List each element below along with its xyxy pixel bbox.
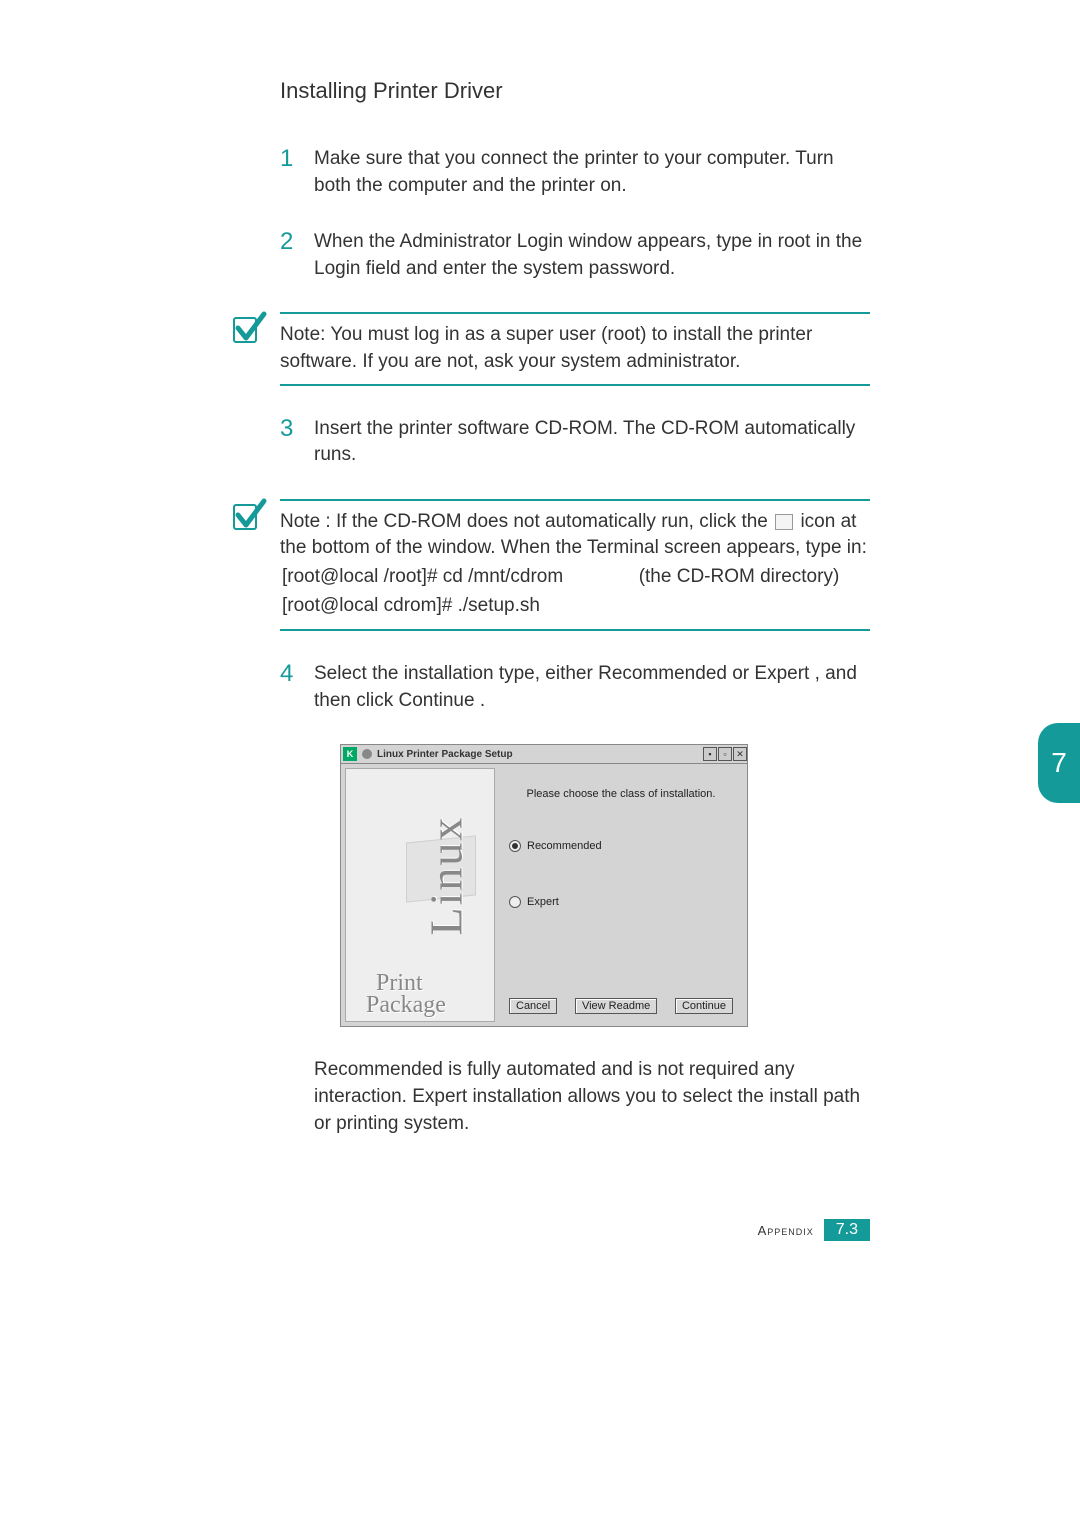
term-expert: Expert <box>412 1086 467 1107</box>
radio-icon[interactable] <box>509 840 521 852</box>
radio-recommended[interactable]: Recommended <box>509 840 733 852</box>
radio-icon[interactable] <box>509 896 521 908</box>
step-body: Select the installation type, either Rec… <box>314 661 870 714</box>
window-maximize-icon[interactable]: ▫ <box>718 747 732 761</box>
prompt-text: Please choose the class of installation. <box>509 788 733 800</box>
root-literal: root <box>778 231 811 252</box>
cancel-button[interactable]: Cancel <box>509 998 557 1014</box>
step-body: Insert the printer software CD-ROM. The … <box>314 416 870 469</box>
note-label: Note: <box>280 324 325 345</box>
terminal-icon <box>775 514 793 530</box>
text: You must log in as a super user (root) t… <box>280 324 812 372</box>
installer-screenshot: K Linux Printer Package Setup ▪ ▫ ✕ Linu… <box>340 744 748 1027</box>
dialog-buttons: Cancel View Readme Continue <box>509 998 733 1014</box>
page-footer: Appendix 7.3 <box>758 1219 870 1241</box>
continue-button[interactable]: Continue <box>675 998 733 1014</box>
splash-linux-text: Linux <box>419 816 472 936</box>
rule <box>280 384 870 386</box>
step-number: 3 <box>280 416 314 469</box>
command-lines: [root@local /root]# cd /mnt/cdrom (the C… <box>280 562 870 621</box>
window-buttons: ▪ ▫ ✕ <box>702 747 747 761</box>
splash-panel: Linux Print Package <box>345 768 495 1022</box>
window-title: Linux Printer Package Setup <box>375 749 702 760</box>
command-1: [root@local /root]# cd /mnt/cdrom <box>282 564 597 591</box>
appendix-label: Appendix <box>758 1223 814 1238</box>
options-panel: Please choose the class of installation.… <box>495 768 743 1022</box>
step-number: 2 <box>280 229 314 282</box>
view-readme-button[interactable]: View Readme <box>575 998 657 1014</box>
text: Select the installation type, either <box>314 663 598 684</box>
note-text: Note: You must log in as a super user (r… <box>280 314 870 383</box>
explanation-paragraph: Recommended is fully automated and is no… <box>314 1057 870 1137</box>
page-number-badge: 7.3 <box>824 1219 870 1241</box>
text: . <box>480 690 485 711</box>
window-minimize-icon[interactable]: ▪ <box>703 747 717 761</box>
rule <box>280 629 870 631</box>
step-number: 1 <box>280 146 314 199</box>
step-2: 2 When the Administrator Login window ap… <box>280 229 870 282</box>
text: When the Administrator Login window appe… <box>314 231 778 252</box>
splash-package-text: Package <box>366 992 446 1019</box>
gear-icon <box>361 748 373 760</box>
option-recommended: Recommended <box>598 663 727 684</box>
section-heading: Installing Printer Driver <box>280 78 870 104</box>
text: : If the CD-ROM does not automatically r… <box>320 511 773 532</box>
note-label: Note <box>280 511 320 532</box>
text: or <box>732 663 754 684</box>
term-recommended: Recommended <box>314 1059 443 1080</box>
note-block-2: Note : If the CD-ROM does not automatica… <box>280 499 870 631</box>
radio-label: Expert <box>527 896 559 908</box>
radio-label: Recommended <box>527 840 602 852</box>
window-titlebar: K Linux Printer Package Setup ▪ ▫ ✕ <box>340 744 748 764</box>
radio-expert[interactable]: Expert <box>509 896 733 908</box>
note-block-1: Note: You must log in as a super user (r… <box>280 312 870 385</box>
note-checkmark-icon <box>228 308 268 348</box>
option-expert: Expert <box>754 663 809 684</box>
step-3: 3 Insert the printer software CD-ROM. Th… <box>280 416 870 469</box>
window-close-icon[interactable]: ✕ <box>733 747 747 761</box>
step-body: Make sure that you connect the printer t… <box>314 146 870 199</box>
step-number: 4 <box>280 661 314 714</box>
step-1: 1 Make sure that you connect the printer… <box>280 146 870 199</box>
k-menu-icon: K <box>343 747 357 761</box>
command-2: [root@local cdrom]# ./setup.sh <box>282 593 868 620</box>
note-text: Note : If the CD-ROM does not automatica… <box>280 501 870 629</box>
step-body: When the Administrator Login window appe… <box>314 229 870 282</box>
content-column: Installing Printer Driver 1 Make sure th… <box>280 78 870 1137</box>
page: Installing Printer Driver 1 Make sure th… <box>0 0 1080 1523</box>
command-1-hint: (the CD-ROM directory) <box>599 564 868 591</box>
note-checkmark-icon <box>228 495 268 535</box>
chapter-tab: 7 <box>1038 723 1080 803</box>
step-4: 4 Select the installation type, either R… <box>280 661 870 714</box>
window-body: Linux Print Package Please choose the cl… <box>340 764 748 1027</box>
button-name: Continue <box>398 690 474 711</box>
